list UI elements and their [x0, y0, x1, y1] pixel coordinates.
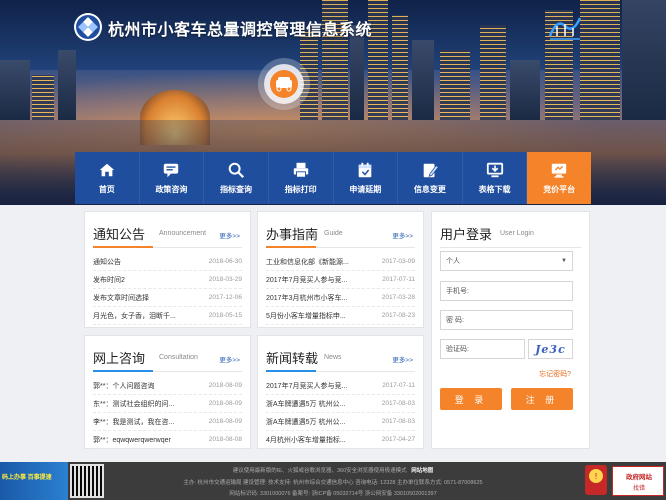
- more-link[interactable]: 更多>>: [392, 230, 413, 240]
- panel-title: 新闻转载: [266, 351, 319, 366]
- calendar-icon: [359, 162, 372, 178]
- user-type-select[interactable]: 个人 ▼: [440, 251, 573, 271]
- svg-text:!: !: [594, 472, 597, 481]
- chat-icon: [164, 163, 179, 178]
- footer-promo-banner[interactable]: 码上办事 百事提速: [0, 462, 68, 500]
- main-nav: 首页 政策咨询 指标查询 指标打印 申请延期 信息变更 表格下载 竞价平台: [75, 152, 591, 204]
- nav-form-download[interactable]: 表格下载: [463, 152, 528, 204]
- guide-panel: 办事指南 Guide 更多>> 工业和信息化部《新能源... 2017-03-09…: [257, 211, 424, 328]
- nav-label: 指标查询: [220, 185, 253, 194]
- nav-extension[interactable]: 申请延期: [334, 152, 399, 204]
- panel-subtitle: Consultation: [159, 354, 198, 361]
- news-panel: 新闻转载 News 更多>> 2017年7月竞买人参与竞... 2017-07-1…: [257, 335, 424, 449]
- list-item[interactable]: 2017年7月竞买人参与竞... 2017-07-11: [266, 271, 415, 289]
- sitemap-link[interactable]: 网站地图: [411, 468, 433, 474]
- more-link[interactable]: 更多>>: [392, 354, 413, 364]
- more-link[interactable]: 更多>>: [219, 230, 240, 240]
- monitor-icon: [551, 163, 567, 178]
- more-link[interactable]: 更多>>: [219, 354, 240, 364]
- car-badge-icon: [264, 64, 304, 104]
- captcha-input[interactable]: 验证码:: [440, 339, 525, 359]
- list-item[interactable]: 4月杭州小客车增量指标... 2017-04-27: [266, 431, 415, 449]
- panel-subtitle: News: [324, 354, 342, 361]
- print-icon: [293, 162, 308, 178]
- nav-quota-print[interactable]: 指标打印: [269, 152, 334, 204]
- panel-title: 网上咨询: [93, 351, 146, 366]
- list-item[interactable]: 浙A车牌遭遇5万 杭州公... 2017-08-03: [266, 413, 415, 431]
- phone-input[interactable]: 手机号:: [440, 281, 573, 301]
- notices-panel: 通知公告 Announcement 更多>> 通知公告 2018-06-30 发布…: [84, 211, 251, 328]
- site-title: 杭州市小客车总量调控管理信息系统: [108, 22, 373, 39]
- password-input[interactable]: 密 码:: [440, 310, 573, 330]
- list-item[interactable]: 郭**：个人问题咨询 2018-08-09: [93, 377, 242, 395]
- list-item[interactable]: 发布时间2 2018-03-29: [93, 271, 242, 289]
- list-item[interactable]: 工业和信息化部《新能源... 2017-03-09: [266, 253, 415, 271]
- list-item[interactable]: 郭**：eqwqwerqwerwqer 2018-08-08: [93, 431, 242, 449]
- consult-panel: 网上咨询 Consultation 更多>> 郭**：个人问题咨询 2018-08…: [84, 335, 251, 449]
- login-title: 用户登录: [440, 227, 493, 242]
- register-button[interactable]: 注 册: [511, 388, 573, 410]
- nav-policy[interactable]: 政策咨询: [140, 152, 205, 204]
- edit-icon: [423, 163, 439, 178]
- qr-code-icon: [70, 464, 104, 498]
- nav-label: 政策咨询: [155, 185, 188, 194]
- nav-label: 指标打印: [284, 185, 317, 194]
- nav-label: 竞价平台: [543, 185, 576, 194]
- nav-quota-query[interactable]: 指标查询: [204, 152, 269, 204]
- city-brand-icon: [547, 12, 583, 42]
- list-item[interactable]: 2017年3月杭州市小客车... 2017-03-28: [266, 289, 415, 307]
- panel-title: 办事指南: [266, 227, 319, 242]
- panel-subtitle: Announcement: [159, 230, 207, 237]
- captcha-image[interactable]: Je3c: [528, 339, 573, 359]
- nav-label: 表格下载: [478, 185, 511, 194]
- list-item[interactable]: 通知公告 2018-06-30: [93, 253, 242, 271]
- login-panel: 用户登录 User Login 个人 ▼ 手机号: 密 码: 验证码: Je3c…: [431, 211, 590, 449]
- list-item[interactable]: 月光色，女子香，泪断千... 2018-05-15: [93, 307, 242, 325]
- nav-label: 申请延期: [349, 185, 382, 194]
- nav-label: 信息变更: [413, 185, 446, 194]
- search-icon: [228, 162, 245, 178]
- hangzhou-logo-icon[interactable]: [73, 12, 103, 42]
- gov-site-error-badge[interactable]: 政府网站 找错: [612, 466, 664, 496]
- list-item[interactable]: 东**：测试社会组织的问... 2018-08-09: [93, 395, 242, 413]
- browser-tip: 建议使用最新版的IE、火狐或谷歌浏览器、360安全浏览器使用极速模式: [232, 468, 407, 474]
- list-item[interactable]: 5月份小客车增量指标申... 2017-08-23: [266, 307, 415, 325]
- panel-title: 通知公告: [93, 227, 146, 242]
- nav-home[interactable]: 首页: [75, 152, 140, 204]
- download-icon: [486, 162, 503, 178]
- list-item[interactable]: 李**：我是测试，我在咨... 2018-08-09: [93, 413, 242, 431]
- list-item[interactable]: 发布文章时间选择 2017-12-06: [93, 289, 242, 307]
- panel-subtitle: Guide: [324, 230, 343, 237]
- nav-label: 首页: [98, 185, 115, 194]
- list-item[interactable]: 2017年7月竞买人参与竞... 2017-07-11: [266, 377, 415, 395]
- nav-info-change[interactable]: 信息变更: [398, 152, 463, 204]
- home-icon: [99, 163, 115, 177]
- caret-down-icon: ▼: [561, 258, 567, 264]
- login-button[interactable]: 登 录: [440, 388, 502, 410]
- login-subtitle: User Login: [500, 230, 534, 237]
- nav-bidding-platform[interactable]: 竞价平台: [527, 152, 591, 204]
- police-badge-icon[interactable]: !: [585, 465, 607, 495]
- forgot-password-link[interactable]: 忘记密码?: [539, 369, 571, 379]
- list-item[interactable]: 浙A车牌遭遇5万 杭州公... 2017-08-03: [266, 395, 415, 413]
